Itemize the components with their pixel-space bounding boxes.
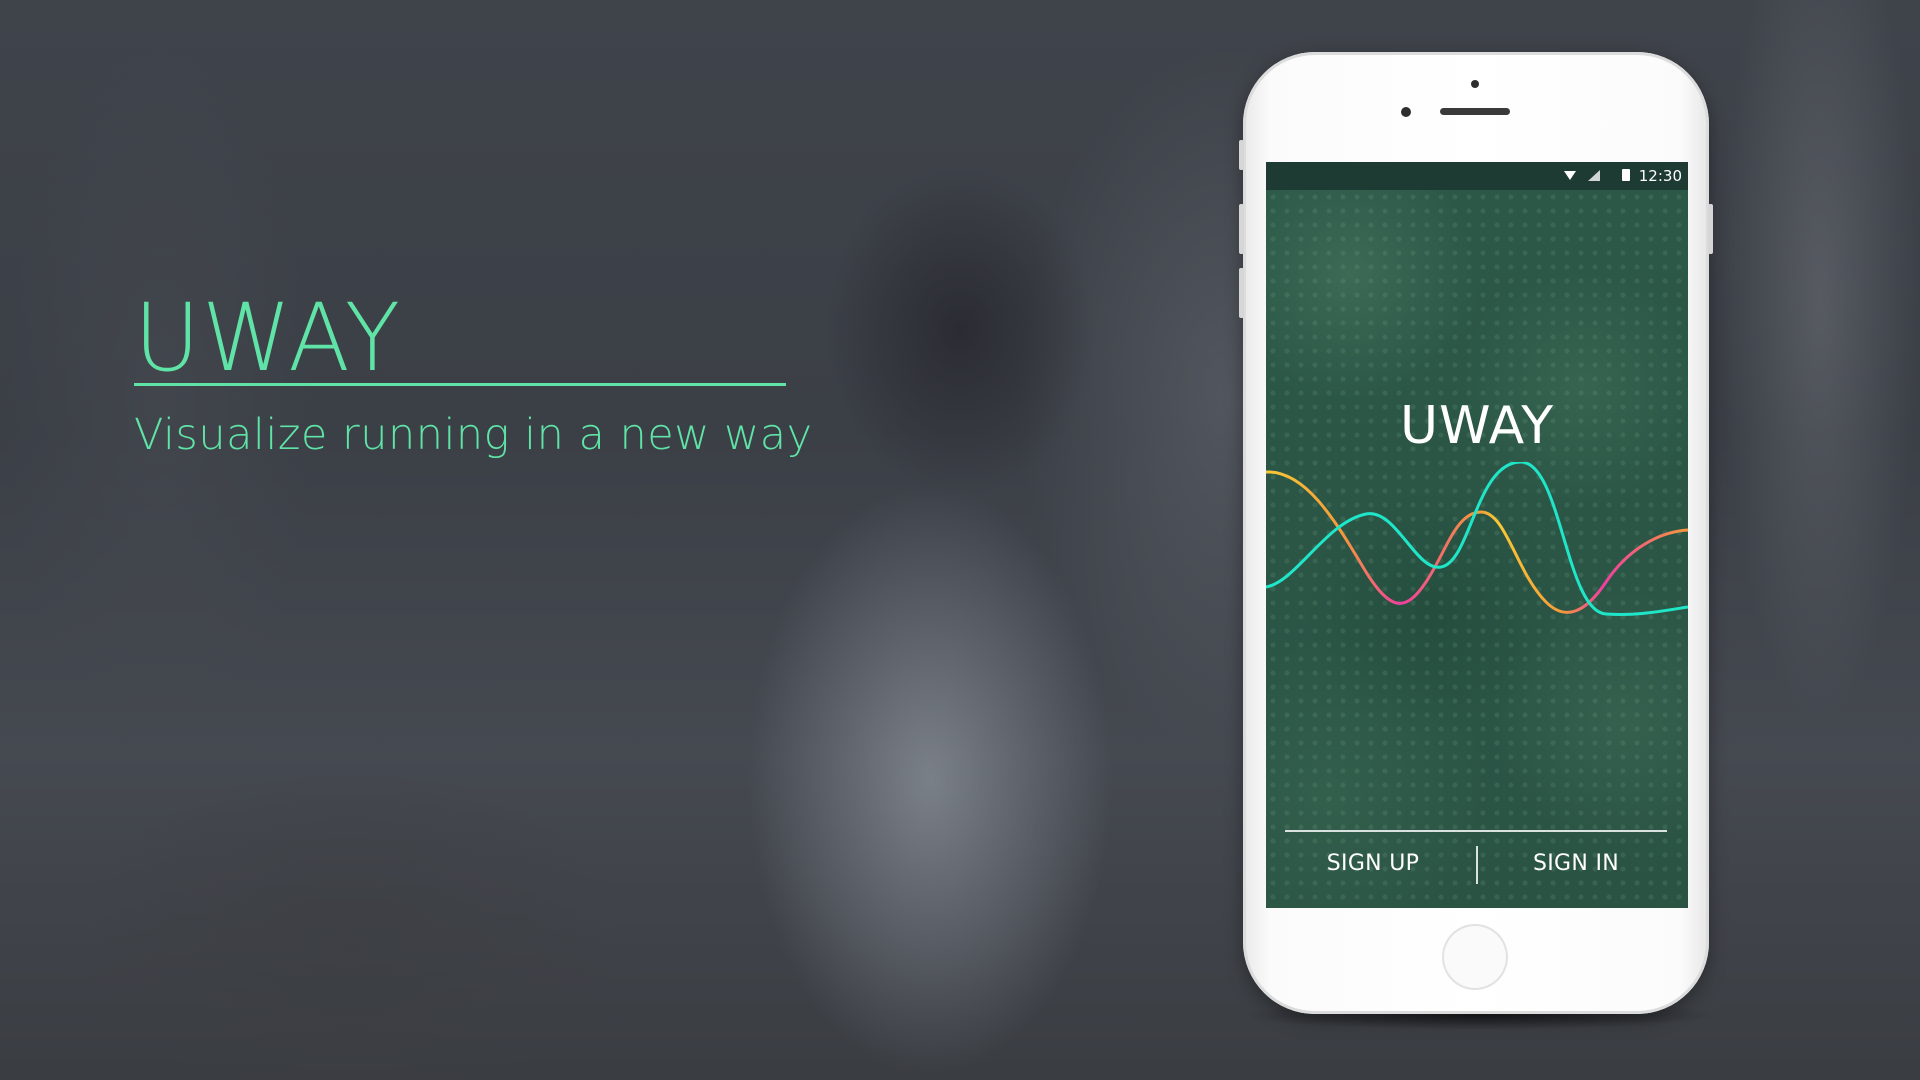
app-title: UWAY — [1400, 396, 1554, 456]
phone-mockup: 12:30 UWAY SIGN UP SIGN IN — [1239, 52, 1713, 1014]
phone-home-button[interactable] — [1442, 924, 1508, 990]
wave-warm — [1266, 470, 1688, 614]
battery-icon — [1622, 169, 1630, 181]
phone-volume-down — [1239, 268, 1244, 318]
phone-side-button — [1239, 140, 1244, 170]
sign-up-button[interactable]: SIGN UP — [1283, 848, 1463, 880]
status-time: 12:30 — [1638, 167, 1682, 185]
actions-divider — [1285, 830, 1667, 832]
hero-subtitle: Visualize running in a new way — [134, 410, 813, 460]
wifi-icon — [1564, 171, 1576, 180]
phone-speaker — [1440, 108, 1510, 115]
hero-title: UWAY — [134, 284, 402, 393]
wave-graphic — [1266, 462, 1688, 617]
hero: UWAY Visualize running in a new way — [134, 284, 812, 460]
status-bar: 12:30 — [1266, 162, 1688, 190]
signal-icon — [1588, 170, 1600, 181]
wave-cool — [1266, 462, 1688, 617]
hero-underline — [134, 383, 786, 386]
sign-in-button[interactable]: SIGN IN — [1486, 848, 1666, 880]
phone-front-camera — [1401, 107, 1411, 117]
phone-power-button — [1708, 204, 1713, 254]
actions-separator — [1476, 846, 1478, 884]
phone-screen: 12:30 UWAY SIGN UP SIGN IN — [1266, 162, 1688, 908]
phone-volume-up — [1239, 204, 1244, 254]
phone-sensor — [1471, 80, 1479, 88]
